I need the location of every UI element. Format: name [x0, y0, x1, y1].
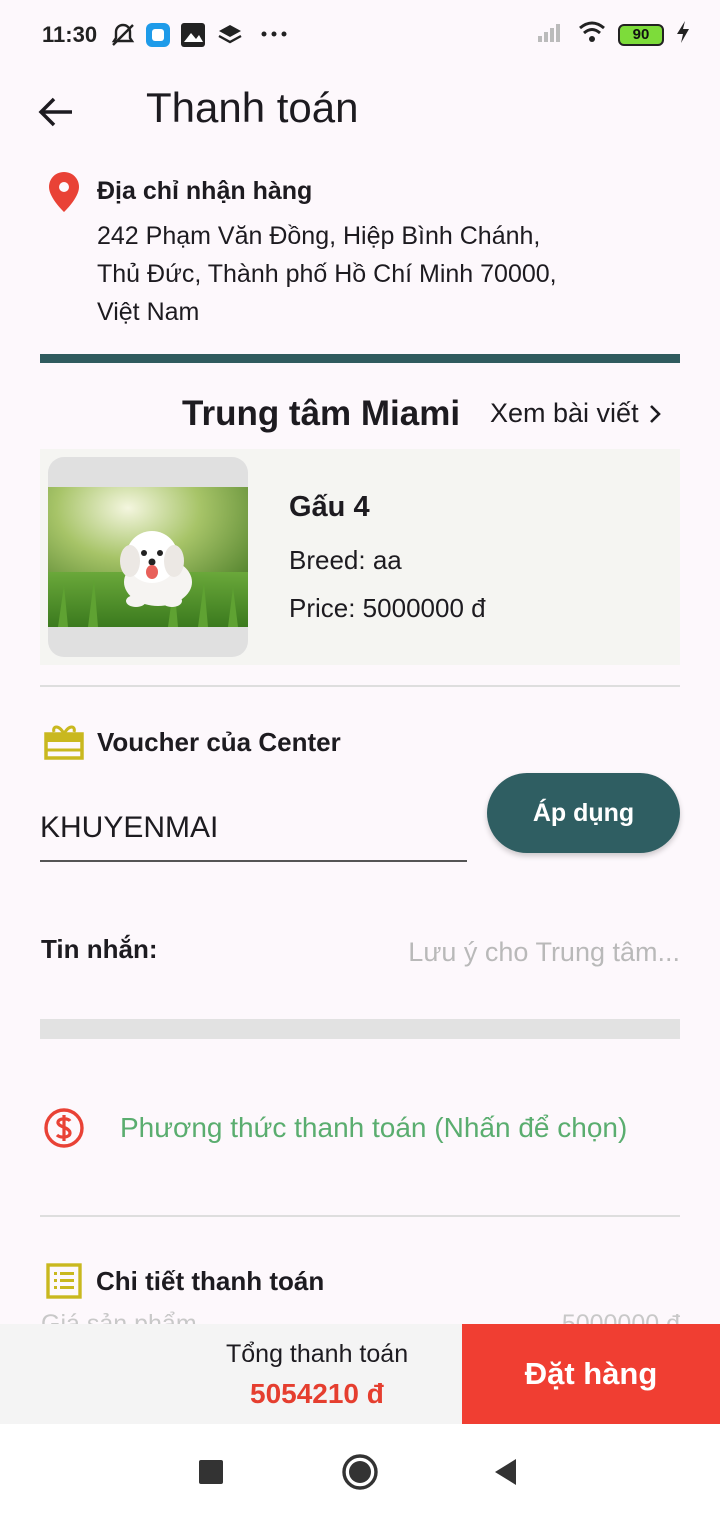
system-nav-bar — [0, 1424, 720, 1520]
square-icon — [199, 1460, 223, 1484]
product-breed: Breed: aa — [289, 545, 402, 575]
section-divider — [40, 354, 680, 363]
charging-icon — [676, 20, 690, 49]
product-price: Price: 5000000 đ — [289, 593, 486, 623]
address-line-2: Thủ Đức, Thành phố Hồ Chí Minh 70000, — [97, 260, 557, 288]
message-label: Tin nhắn: — [41, 934, 158, 964]
product-thumbnail — [48, 457, 248, 657]
payment-method-selector[interactable]: Phương thức thanh toán (Nhấn để chọn) — [120, 1112, 627, 1144]
address-line-1: 242 Phạm Văn Đồng, Hiệp Bình Chánh, — [97, 222, 541, 250]
address-text: 242 Phạm Văn Đồng, Hiệp Bình Chánh, Thủ … — [97, 217, 657, 331]
page-title: Thanh toán — [146, 84, 359, 131]
total-label: Tổng thanh toán — [226, 1340, 409, 1368]
wifi-icon — [578, 20, 606, 49]
see-post-link[interactable]: Xem bài viết — [490, 398, 663, 429]
total-value: 5054210 đ — [250, 1378, 384, 1409]
checkout-bar: Tổng thanh toán 5054210 đ Đặt hàng — [0, 1324, 720, 1424]
section-separator — [40, 1019, 680, 1039]
gallery-icon — [180, 22, 206, 53]
product-name: Gấu 4 — [289, 491, 370, 523]
app-icon — [145, 22, 171, 53]
payment-details-title: Chi tiết thanh toán — [96, 1266, 325, 1296]
mute-notification-icon — [110, 22, 136, 53]
status-bar: 11:30 90 — [0, 0, 720, 70]
dollar-circle-icon — [43, 1107, 85, 1154]
battery-icon: 90 — [618, 23, 664, 46]
signal-icon — [536, 20, 566, 49]
chevron-right-icon — [649, 404, 661, 423]
message-input[interactable] — [300, 930, 680, 974]
arrow-left-icon — [38, 97, 72, 127]
more-notifications-icon — [260, 24, 288, 49]
back-button[interactable] — [34, 90, 78, 134]
voucher-code-input[interactable] — [40, 780, 467, 862]
apply-voucher-button[interactable]: Áp dụng — [487, 773, 680, 853]
see-post-label: Xem bài viết — [490, 398, 639, 428]
divider — [40, 685, 680, 687]
receipt-list-icon — [45, 1262, 83, 1305]
address-line-3: Việt Nam — [97, 298, 200, 326]
product-card[interactable]: Gấu 4 Breed: aa Price: 5000000 đ — [40, 449, 680, 665]
divider — [40, 1215, 680, 1217]
app-bar: Thanh toán — [0, 70, 720, 150]
address-title: Địa chỉ nhận hàng — [97, 177, 313, 205]
voucher-title: Voucher của Center — [97, 727, 341, 757]
status-time: 11:30 — [42, 22, 98, 47]
voucher-icon — [43, 722, 85, 767]
back-nav-button[interactable] — [492, 1452, 520, 1497]
layers-icon — [217, 22, 243, 53]
location-pin-icon — [46, 170, 82, 219]
place-order-button[interactable]: Đặt hàng — [462, 1324, 720, 1424]
center-name: Trung tâm Miami — [182, 394, 461, 433]
circle-icon — [342, 1454, 378, 1490]
triangle-back-icon — [495, 1459, 516, 1485]
product-photo — [48, 487, 248, 627]
recent-apps-button[interactable] — [198, 1452, 224, 1497]
home-button[interactable] — [340, 1452, 380, 1497]
